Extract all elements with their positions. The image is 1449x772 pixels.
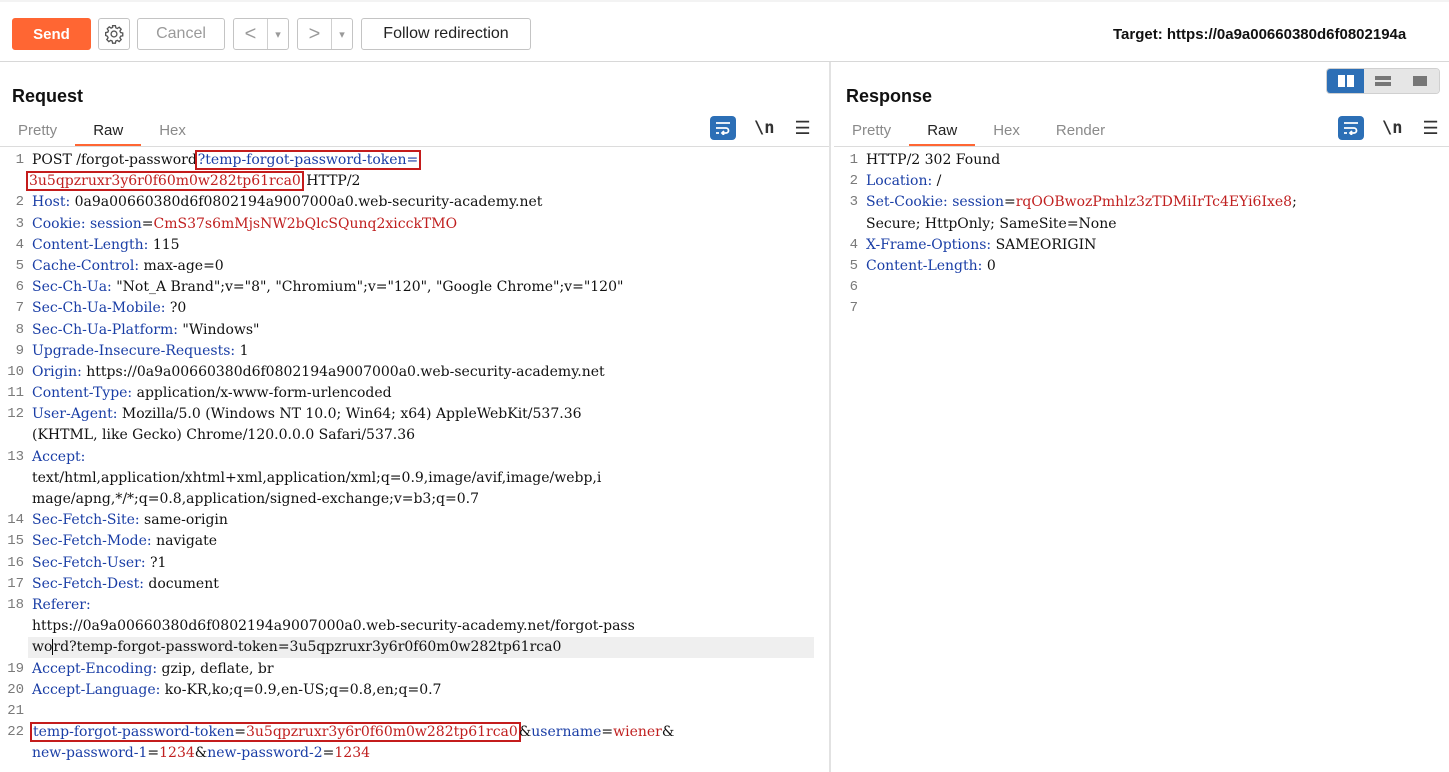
forward-dropdown-icon[interactable]: ▾ <box>332 28 352 41</box>
response-editor[interactable]: 1 HTTP/2 302 Found 2 Location: / 3 Set-Cook… <box>834 150 1449 320</box>
request-body-line: 22 temp-forgot-password-token=3u5qpzruxr3… <box>7 722 675 743</box>
request-tab-hex[interactable]: Hex <box>141 120 204 147</box>
response-tab-hex[interactable]: Hex <box>975 120 1038 147</box>
token-highlight: 3u5qpzruxr3y6r0f60m0w282tp61rca0 <box>26 171 304 192</box>
layout-toggle <box>1326 68 1440 94</box>
request-line: (KHTML, like Gecko) Chrome/120.0.0.0 Saf… <box>32 427 416 444</box>
request-line: 19 Accept-Encoding: gzip, deflate, br <box>7 660 274 677</box>
back-button[interactable]: < ▾ <box>233 18 289 50</box>
request-line: 8 Sec-Ch-Ua-Platform: "Windows" <box>15 321 260 338</box>
split-rows-icon <box>1374 76 1391 86</box>
response-tab-underline <box>834 146 1449 147</box>
request-tab-pretty[interactable]: Pretty <box>0 120 75 147</box>
request-line: 12 User-Agent: Mozilla/5.0 (Windows NT 10… <box>7 406 582 423</box>
split-view-button[interactable] <box>1327 69 1365 93</box>
request-tabs: Pretty Raw Hex <box>0 120 204 147</box>
response-title: Response <box>846 86 933 106</box>
cancel-button[interactable]: Cancel <box>137 18 225 50</box>
request-title: Request <box>12 86 84 106</box>
request-line: 3 Cookie: session=CmS37s6mMjsNW2bQlcSQunq… <box>15 215 458 232</box>
request-line: 14 Sec-Fetch-Site: same-origin <box>7 512 228 529</box>
request-line-current: word?temp-forgot-password-token=3u5qpzru… <box>0 637 829 659</box>
single-view-button[interactable] <box>1401 69 1439 93</box>
single-pane-icon <box>1413 76 1428 86</box>
toolbar: Send Cancel < ▾ > ▾ Follow redirection T… <box>0 0 1449 62</box>
response-line: 5 Content-Length: 0 <box>849 257 996 274</box>
request-line: 18 Referer: <box>7 596 91 613</box>
request-line: 1 POST /forgot-password?temp-forgot-passw… <box>0 150 829 171</box>
request-body-line: new-password-1=1234&new-password-2=1234 <box>32 745 371 762</box>
newline-toggle-icon[interactable]: \n <box>1382 118 1402 138</box>
response-line: 1 HTTP/2 302 Found <box>849 152 1001 168</box>
back-dropdown-icon[interactable]: ▾ <box>268 28 288 41</box>
request-line: 9 Upgrade-Insecure-Requests: 1 <box>15 342 249 359</box>
send-button[interactable]: Send <box>12 18 91 50</box>
request-line: https://0a9a00660380d6f0802194a9007000a0… <box>32 618 635 635</box>
request-line: 4 Content-Length: 115 <box>15 236 180 253</box>
forward-button[interactable]: > ▾ <box>297 18 353 50</box>
request-line: 21 <box>7 702 24 719</box>
gear-icon <box>105 25 124 44</box>
request-line: 20 Accept-Language: ko-KR,ko;q=0.9,en-US;… <box>7 681 442 698</box>
response-line: 6 <box>849 279 858 296</box>
target-url[interactable]: Target: https://0a9a00660380d6f0802194a <box>1113 26 1406 43</box>
response-line: 2 Location: / <box>849 173 942 190</box>
hamburger-menu-icon[interactable]: ☰ <box>794 118 810 139</box>
response-line: 7 <box>849 300 858 317</box>
request-line: 10 Origin: https://0a9a00660380d6f0802194… <box>7 363 605 380</box>
response-tab-raw[interactable]: Raw <box>909 120 976 147</box>
back-arrow-icon: < <box>234 19 268 49</box>
word-wrap-icon[interactable] <box>1338 116 1364 140</box>
request-line: 15 Sec-Fetch-Mode: navigate <box>7 533 218 550</box>
response-tab-pretty[interactable]: Pretty <box>834 120 909 147</box>
word-wrap-icon[interactable] <box>710 116 736 140</box>
request-editor-options: \n ☰ <box>710 116 811 140</box>
forward-arrow-icon: > <box>298 19 332 49</box>
hamburger-menu-icon[interactable]: ☰ <box>1422 118 1438 139</box>
body-token-highlight: temp-forgot-password-token=3u5qpzruxr3y6… <box>30 722 521 743</box>
request-line: 7 Sec-Ch-Ua-Mobile: ?0 <box>15 300 187 317</box>
request-line: mage/apng,*/*;q=0.8,application/signed-e… <box>32 491 480 507</box>
request-line: 17 Sec-Fetch-Dest: document <box>7 575 219 592</box>
response-editor-options: \n ☰ <box>1338 116 1439 140</box>
response-tabs: Pretty Raw Hex Render <box>834 120 1123 147</box>
panel-divider[interactable] <box>829 62 831 772</box>
response-tab-render[interactable]: Render <box>1038 120 1123 147</box>
response-line: 4 X-Frame-Options: SAMEORIGIN <box>849 236 1097 253</box>
request-editor[interactable]: 1 POST /forgot-password?temp-forgot-passw… <box>0 150 829 764</box>
newline-toggle-icon[interactable]: \n <box>754 118 774 138</box>
request-line: 5 Cache-Control: max-age=0 <box>15 257 224 274</box>
request-line: 2 Host: 0a9a00660380d6f0802194a9007000a0.… <box>15 194 543 211</box>
request-line: 16 Sec-Fetch-User: ?1 <box>7 554 167 571</box>
follow-redirection-button[interactable]: Follow redirection <box>361 18 531 50</box>
request-line: 6 Sec-Ch-Ua: "Not_A Brand";v="8", "Chromi… <box>15 279 624 296</box>
stacked-view-button[interactable] <box>1364 69 1402 93</box>
request-line: 11 Content-Type: application/x-www-form-u… <box>7 385 392 402</box>
request-line: text/html,application/xhtml+xml,applicat… <box>32 469 602 486</box>
split-columns-icon <box>1337 75 1354 87</box>
request-tab-underline <box>0 146 829 147</box>
request-line: 3u5qpzruxr3y6r0f60m0w282tp61rca0 HTTP/2 <box>0 171 829 192</box>
request-line: 13 Accept: <box>7 448 86 465</box>
response-line: 3 Set-Cookie: session=rqOOBwozPmhlz3zTDMi… <box>849 194 1297 211</box>
settings-button[interactable] <box>98 18 130 50</box>
request-tab-raw[interactable]: Raw <box>75 120 142 147</box>
response-line: Secure; HttpOnly; SameSite=None <box>866 215 1117 232</box>
